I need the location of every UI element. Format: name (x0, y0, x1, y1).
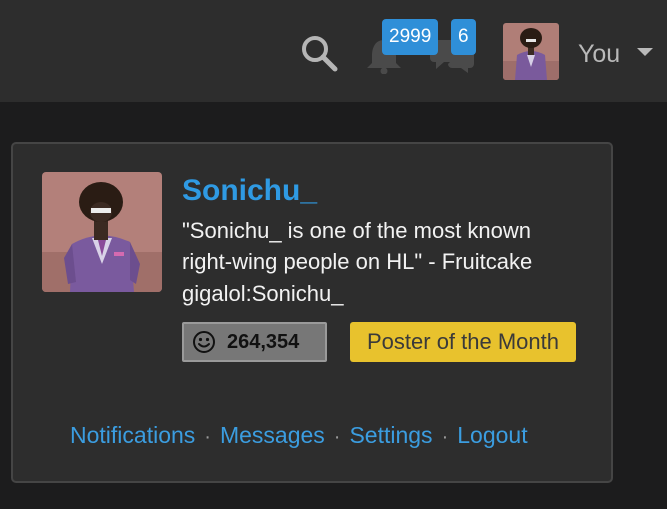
logout-link[interactable]: Logout (457, 422, 527, 448)
link-separator: · (441, 426, 449, 448)
alerts-count-badge[interactable]: 2999 (382, 19, 439, 55)
search-icon[interactable] (300, 34, 338, 72)
smile-icon (192, 330, 216, 354)
settings-link[interactable]: Settings (349, 422, 432, 448)
notifications-link[interactable]: Notifications (70, 422, 195, 448)
award-badge: Poster of the Month (350, 322, 576, 362)
conversations-count-badge[interactable]: 6 (451, 19, 476, 55)
profile-username[interactable]: Sonichu_ (182, 174, 317, 208)
custom-title-line: gigalol:Sonichu_ (182, 281, 344, 306)
link-separator: · (333, 426, 341, 448)
caret-down-icon[interactable] (637, 48, 653, 56)
custom-title-line: right-wing people on HL" - Fruitcake (182, 249, 533, 274)
link-separator: · (204, 426, 211, 448)
reaction-score: 264,354 (227, 331, 300, 353)
account-links: Notifications · Messages · Settings · Logout (70, 422, 528, 449)
user-popup-card: Sonichu_ "Sonichu_ is one of the most kn… (11, 142, 613, 483)
profile-avatar[interactable] (42, 172, 162, 292)
top-navigation-bar: 2999 6 You (0, 0, 667, 102)
reaction-score-badge[interactable]: 264,354 (182, 322, 327, 362)
user-avatar[interactable] (503, 23, 559, 80)
user-menu-label[interactable]: You (578, 40, 620, 69)
messages-link[interactable]: Messages (220, 422, 325, 448)
custom-title-line: "Sonichu_ is one of the most known (182, 218, 532, 243)
